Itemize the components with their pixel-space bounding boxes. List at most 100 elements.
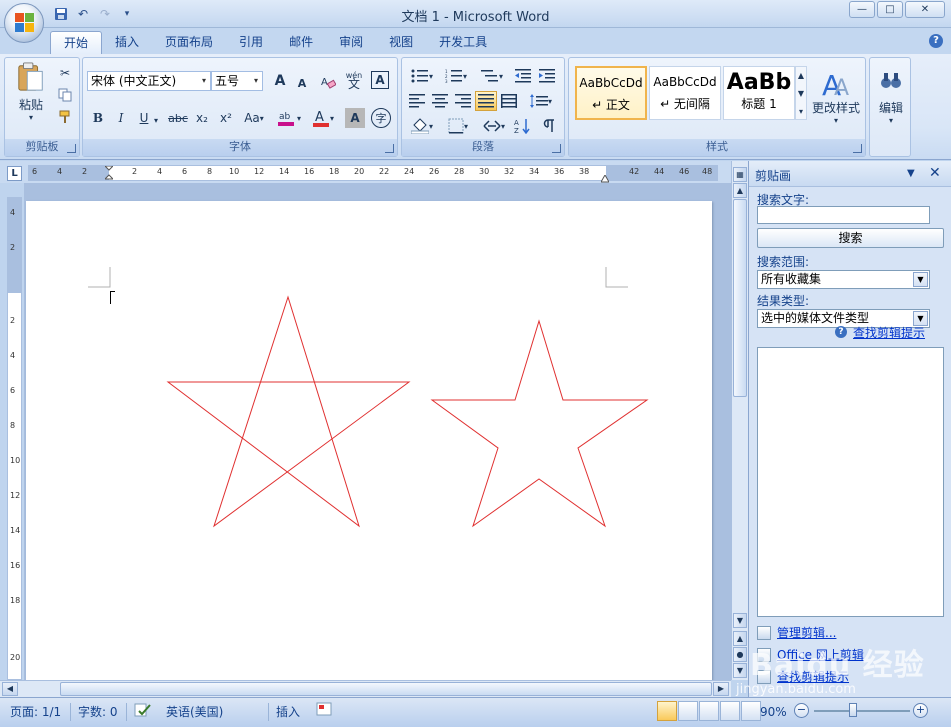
document-page[interactable] — [26, 201, 712, 680]
styles-gallery-scroll[interactable]: ▲ ▼ ▾ — [795, 66, 807, 120]
styles-launcher-icon[interactable] — [853, 144, 862, 153]
status-word-count[interactable]: 字数: 0 — [78, 702, 118, 722]
paragraph-launcher-icon[interactable] — [552, 144, 561, 153]
organize-clips-link[interactable]: 管理剪辑... — [777, 624, 836, 641]
distributed-align-icon[interactable] — [498, 91, 520, 111]
pinyin-guide-button[interactable]: wén 文 — [343, 70, 365, 91]
office-button[interactable] — [4, 3, 44, 43]
zoom-in-button[interactable]: + — [913, 703, 928, 718]
font-launcher-icon[interactable] — [385, 144, 394, 153]
next-page-icon[interactable]: ▼ — [733, 663, 747, 678]
bullets-button[interactable]: ▾ — [406, 66, 438, 86]
pane-options-icon[interactable]: ▼ — [907, 168, 915, 179]
previous-page-icon[interactable]: ▲ — [733, 631, 747, 646]
vertical-ruler[interactable]: 4 2 2 4 6 8 10 12 14 16 18 20 — [7, 197, 22, 680]
indent-marker-icon[interactable] — [103, 165, 115, 180]
tab-mailings[interactable]: 邮件 — [276, 31, 326, 54]
horizontal-ruler[interactable]: 6 4 2 2 4 6 8 10 12 14 16 18 20 22 24 26… — [28, 165, 718, 183]
help-icon[interactable]: ? — [929, 34, 943, 48]
highlight-button[interactable]: ab ▾ — [273, 108, 305, 128]
zoom-slider-track[interactable] — [814, 710, 910, 712]
horizontal-scrollbar[interactable]: ◀ ▶ — [0, 680, 731, 697]
grow-font-button[interactable]: A — [269, 71, 291, 91]
show-marks-icon[interactable] — [538, 116, 560, 136]
tab-view[interactable]: 视图 — [376, 31, 426, 54]
line-spacing-button[interactable]: ▾ — [524, 91, 558, 111]
pane-close-icon[interactable]: ✕ — [929, 165, 941, 181]
change-case-button[interactable]: Aa ▾ — [239, 108, 269, 128]
outline-view-button[interactable] — [720, 701, 740, 721]
align-right-icon[interactable] — [452, 91, 474, 111]
cut-icon[interactable]: ✂ — [55, 64, 75, 82]
paste-button[interactable]: 粘贴 ▾ — [11, 62, 51, 122]
proofing-icon[interactable] — [134, 702, 152, 722]
multilevel-list-button[interactable]: ▾ — [476, 66, 508, 86]
borders-button[interactable]: ▾ — [442, 116, 474, 136]
status-zoom-level[interactable]: 90% — [760, 702, 787, 722]
font-size-combo[interactable]: 五号 ▾ — [211, 71, 263, 91]
copy-icon[interactable] — [55, 86, 75, 104]
tab-selector-button[interactable]: L — [7, 166, 22, 181]
sort-icon[interactable]: AZ — [512, 116, 534, 136]
clipboard-launcher-icon[interactable] — [67, 144, 76, 153]
status-insert-mode[interactable]: 插入 — [276, 702, 300, 722]
change-styles-button[interactable]: AA 更改样式 ▾ — [809, 62, 863, 132]
scroll-right-icon[interactable]: ▶ — [713, 682, 729, 696]
tab-home[interactable]: 开始 — [50, 31, 103, 54]
bold-button[interactable]: B — [87, 108, 109, 128]
search-button[interactable]: 搜索 — [757, 228, 944, 248]
right-indent-marker-icon[interactable] — [600, 172, 610, 183]
browse-object-icon[interactable]: ● — [733, 647, 747, 662]
font-name-combo[interactable]: 宋体 (中文正文) ▾ — [87, 71, 211, 91]
shrink-font-button[interactable]: A — [291, 73, 313, 93]
shading-button[interactable]: ▾ — [406, 116, 438, 136]
tab-developer[interactable]: 开发工具 — [426, 31, 500, 54]
tab-insert[interactable]: 插入 — [102, 31, 152, 54]
macro-record-icon[interactable] — [316, 702, 332, 722]
style-no-spacing[interactable]: AaBbCcDd ↵ 无间隔 — [649, 66, 721, 120]
tab-page-layout[interactable]: 页面布局 — [152, 31, 226, 54]
chinese-layout-button[interactable]: ▾ — [478, 116, 510, 136]
character-border-button[interactable]: A — [371, 71, 389, 89]
web-layout-view-button[interactable] — [699, 701, 719, 721]
numbering-button[interactable]: 1 2 3 ▾ — [440, 66, 472, 86]
character-shading-button[interactable]: A — [345, 108, 365, 128]
zoom-slider-thumb[interactable] — [849, 703, 857, 717]
tab-references[interactable]: 引用 — [226, 31, 276, 54]
underline-dropdown-icon[interactable]: ▾ — [151, 110, 161, 130]
subscript-button[interactable]: x₂ — [191, 108, 213, 128]
superscript-button[interactable]: x² — [215, 108, 237, 128]
scroll-thumb[interactable] — [733, 199, 747, 397]
organize-clips-action[interactable]: 管理剪辑... — [757, 624, 836, 641]
font-color-button[interactable]: A ▾ — [307, 108, 339, 128]
clip-tips-link[interactable]: 查找剪辑提示 — [853, 324, 925, 341]
tab-review[interactable]: 审阅 — [326, 31, 376, 54]
maximize-button[interactable]: □ — [877, 1, 903, 18]
justify-icon[interactable] — [475, 91, 497, 111]
draft-view-button[interactable] — [741, 701, 761, 721]
status-page-count[interactable]: 页面: 1/1 — [10, 702, 61, 722]
enclose-characters-button[interactable]: 字 — [371, 108, 391, 128]
align-center-icon[interactable] — [429, 91, 451, 111]
decrease-indent-icon[interactable] — [512, 66, 534, 86]
hscroll-thumb[interactable] — [60, 682, 712, 696]
status-language[interactable]: 英语(美国) — [166, 702, 223, 722]
scroll-down-icon[interactable]: ▼ — [733, 613, 747, 628]
vertical-scrollbar[interactable]: ▦ ▲ ▼ ▲ ● ▼ — [731, 161, 748, 680]
clip-results-list[interactable] — [757, 347, 944, 617]
zoom-out-button[interactable]: − — [794, 703, 809, 718]
strikethrough-button[interactable]: abc — [167, 108, 189, 128]
close-button[interactable]: ✕ — [905, 1, 945, 18]
clear-format-icon[interactable]: A — [317, 71, 339, 91]
search-text-input[interactable] — [757, 206, 930, 224]
align-left-icon[interactable] — [406, 91, 428, 111]
style-heading-1[interactable]: AaBb 标题 1 — [723, 66, 795, 120]
scroll-up-icon[interactable]: ▲ — [733, 183, 747, 198]
search-scope-select[interactable]: 所有收藏集 ▼ — [757, 270, 930, 289]
print-layout-view-button[interactable] — [657, 701, 677, 721]
scroll-left-icon[interactable]: ◀ — [2, 682, 18, 696]
full-screen-reading-view-button[interactable] — [678, 701, 698, 721]
pentagram-star[interactable] — [166, 295, 411, 528]
format-painter-icon[interactable] — [55, 108, 75, 126]
editing-button[interactable]: 编辑 ▾ — [872, 62, 910, 132]
